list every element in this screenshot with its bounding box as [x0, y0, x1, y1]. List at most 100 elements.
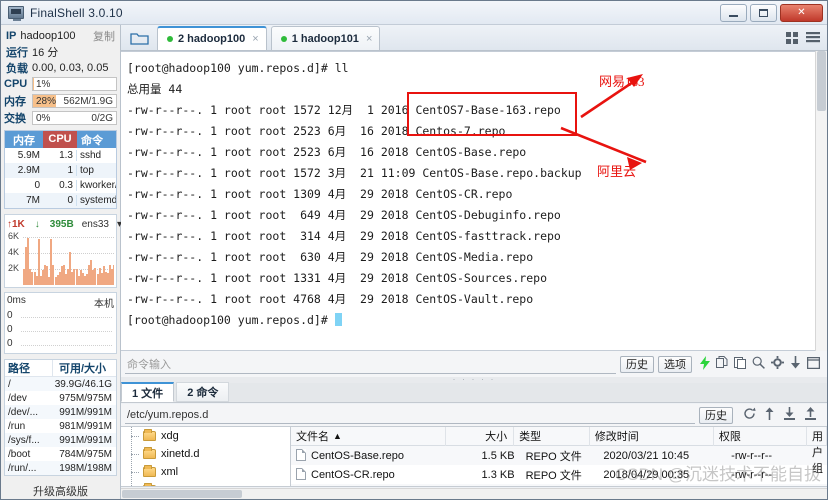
terminal-cursor	[334, 313, 342, 326]
disk-size: 39.9G/46.1G	[54, 378, 112, 390]
latency-target: 本机	[94, 299, 114, 310]
load-row: 负载 0.00, 0.03, 0.05	[4, 60, 117, 76]
file-path-bar: /etc/yum.repos.d 历史	[121, 404, 827, 426]
graph-bars	[23, 231, 114, 285]
copy-button[interactable]: 复制	[93, 28, 115, 44]
table-row[interactable]: 7M 0 systemd	[5, 193, 116, 208]
grid-view-icon[interactable]	[786, 32, 799, 47]
lightning-icon[interactable]	[700, 355, 710, 373]
command-input[interactable]: 命令输入	[125, 354, 616, 374]
server-monitor-sidebar: IP hadoop100 复制 运行 16 分 负载 0.00, 0.03, 0…	[1, 25, 122, 499]
latency-tick: 0	[7, 338, 13, 349]
table-row[interactable]: /boot 784M/975M	[5, 447, 116, 461]
terminal-line: -rw-r--r--. 1 root root 1572 12月 1 2016 …	[127, 103, 561, 117]
table-row[interactable]: CentOS-Debuginfo.re...649 BREPO 文件2018/0…	[291, 484, 827, 487]
disk-path: /run/...	[8, 462, 37, 474]
horizontal-scrollbar[interactable]	[121, 488, 827, 499]
minimize-button[interactable]	[720, 3, 747, 22]
table-row[interactable]: /dev/... 991M/991M	[5, 405, 116, 419]
memory-meter: 内存 28% 562M/1.9G	[4, 93, 117, 109]
list-view-icon[interactable]	[806, 32, 820, 47]
path-history-button[interactable]: 历史	[699, 406, 733, 424]
memory-meter-bar: 28% 562M/1.9G	[32, 94, 117, 108]
table-row[interactable]: 2.9M 1 top	[5, 163, 116, 178]
process-header-mem: 内存	[13, 134, 35, 147]
upgrade-link[interactable]: 升级高级版	[4, 483, 117, 499]
directory-tree[interactable]: xdg xinetd.d xml yum yum.repos.d	[121, 426, 291, 487]
maximize-button[interactable]	[750, 3, 777, 22]
upload-rate: 1K	[12, 218, 25, 230]
process-cpu: 0.3	[43, 180, 77, 191]
parent-folder-icon[interactable]	[764, 407, 775, 423]
disk-path: /dev	[8, 392, 27, 404]
folder-icon[interactable]	[125, 26, 153, 50]
window-icon[interactable]	[806, 356, 821, 372]
tab-commands[interactable]: 2 命令	[176, 382, 230, 402]
table-row[interactable]: 5.9M 1.3 sshd	[5, 148, 116, 163]
process-header-cpu: CPU	[43, 131, 77, 148]
graph-ytick-2k: 2K	[8, 263, 20, 273]
tree-item-xinetd[interactable]: xinetd.d	[121, 445, 290, 463]
tab-hadoop100[interactable]: 2 hadoop100 ×	[157, 26, 267, 50]
column-header-perm[interactable]: 权限	[714, 427, 807, 446]
table-row[interactable]: CentOS-Base.repo 1.5 KB REPO 文件 2020/03/21 …	[291, 446, 827, 465]
process-cpu: 1	[43, 165, 77, 176]
scrollbar-thumb[interactable]	[122, 490, 242, 498]
graph-ytick-4k: 4K	[8, 247, 20, 257]
tree-item-yum[interactable]: yum	[121, 481, 290, 486]
column-header-size[interactable]: 大小	[446, 427, 515, 446]
column-header-name[interactable]: 文件名 ▲	[291, 427, 447, 446]
terminal-output[interactable]: [root@hadoop100 yum.repos.d]# ll 总用量 44 -r…	[121, 51, 827, 351]
column-header-type[interactable]: 类型	[514, 427, 590, 446]
path-input[interactable]: /etc/yum.repos.d	[125, 407, 695, 424]
memory-meter-detail: 562M/1.9G	[63, 95, 113, 107]
refresh-icon[interactable]	[743, 407, 756, 423]
latency-row: 0	[7, 310, 114, 324]
annotation-aliyun: 阿里云	[597, 164, 637, 179]
terminal-scrollbar[interactable]	[815, 51, 827, 351]
copy-icon[interactable]	[716, 356, 728, 372]
table-row[interactable]: /run 981M/991M	[5, 419, 116, 433]
process-table-header: 内存 CPU 命令	[5, 131, 116, 148]
connection-status-icon	[280, 35, 287, 42]
download-icon[interactable]	[783, 407, 796, 423]
scrollbar-thumb[interactable]	[817, 51, 826, 111]
table-row[interactable]: /sys/f... 991M/991M	[5, 433, 116, 447]
column-header-owner[interactable]: 用户/用户组	[807, 427, 827, 475]
process-mem: 2.9M	[17, 165, 40, 176]
view-mode-icons	[786, 32, 827, 50]
file-toolbar-icons	[743, 407, 823, 423]
table-row[interactable]: /run/... 198M/198M	[5, 461, 116, 475]
download-icon[interactable]	[790, 356, 801, 372]
close-button[interactable]: ✕	[780, 3, 823, 22]
folder-icon	[143, 483, 156, 486]
process-cpu: 0	[43, 195, 77, 206]
swap-meter-label: 交换	[4, 113, 26, 125]
paste-icon[interactable]	[734, 356, 746, 372]
close-icon[interactable]: ×	[366, 33, 372, 45]
command-toolbar-icons	[700, 355, 823, 373]
command-history-button[interactable]: 历史	[620, 355, 654, 373]
table-row[interactable]: /dev 975M/975M	[5, 391, 116, 405]
tab-hadoop101[interactable]: 1 hadoop101 ×	[270, 26, 381, 50]
network-interface-select[interactable]: ens33	[82, 219, 109, 230]
tree-item-xml[interactable]: xml	[121, 463, 290, 481]
tab-files[interactable]: 1 文件	[121, 382, 175, 402]
file-type: REPO 文件	[521, 486, 599, 487]
close-icon[interactable]: ×	[252, 33, 258, 45]
file-modified: 2018/04/29 00:35	[603, 468, 690, 481]
command-options-button[interactable]: 选项	[658, 355, 692, 373]
process-mem: 0	[34, 180, 40, 191]
column-header-time[interactable]: 修改时间	[590, 427, 714, 446]
table-row[interactable]: / 39.9G/46.1G	[5, 377, 116, 391]
table-row[interactable]: 0 0.3 kworker/0	[5, 178, 116, 193]
terminal-line: -rw-r--r--. 1 root root 1572 3月 21 11:09…	[127, 166, 582, 180]
tree-item-xdg[interactable]: xdg	[121, 427, 290, 445]
terminal-line: -rw-r--r--. 1 root root 649 4月 29 2018 C…	[127, 208, 561, 222]
upload-icon[interactable]	[804, 407, 817, 423]
gear-icon[interactable]	[771, 356, 784, 372]
table-row[interactable]: CentOS-CR.repo 1.3 KB REPO 文件 2018/04/29 00…	[291, 465, 827, 484]
file-icon	[296, 449, 306, 461]
file-owner: root/root	[822, 450, 827, 462]
search-icon[interactable]	[752, 356, 765, 372]
